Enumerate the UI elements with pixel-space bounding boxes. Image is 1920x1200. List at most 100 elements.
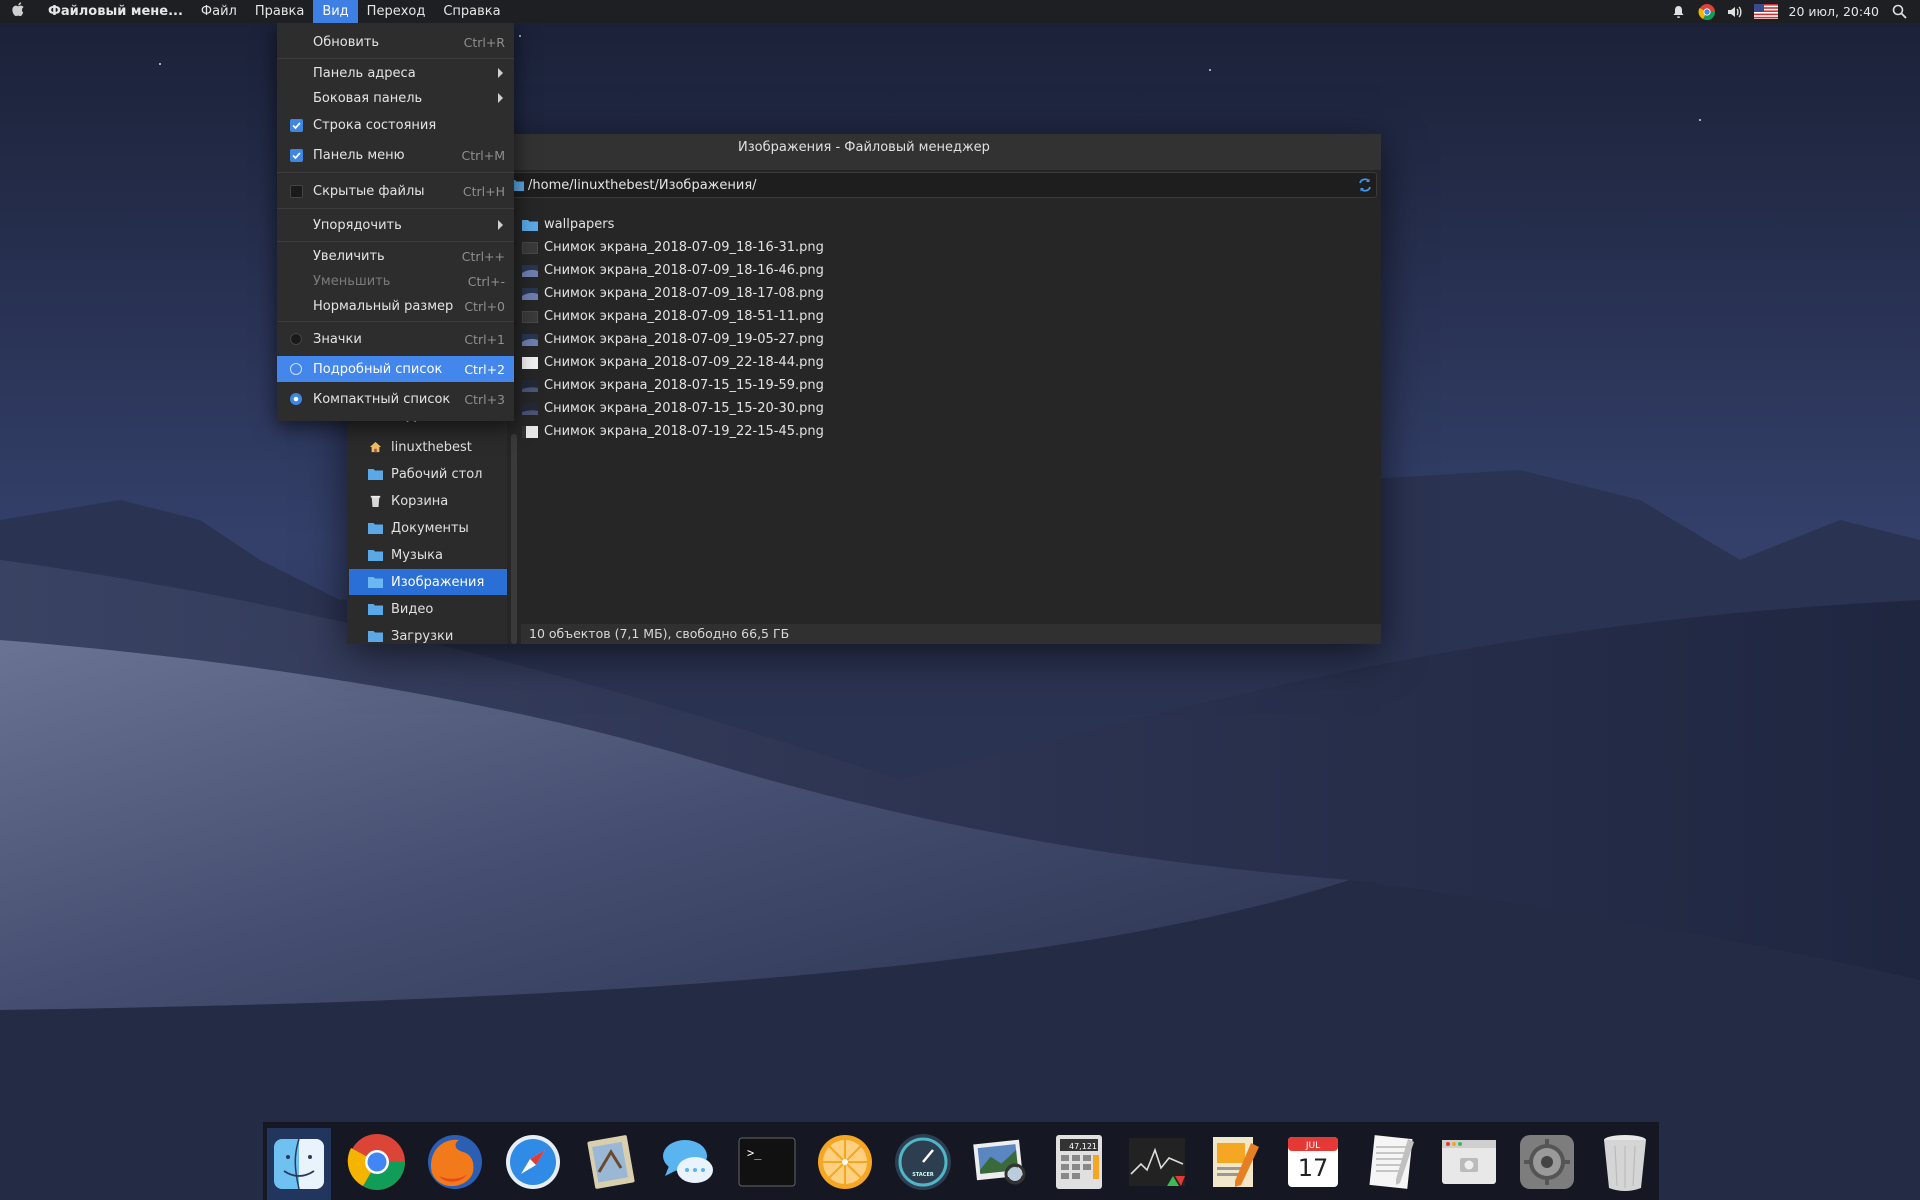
dock-text-editor[interactable]: [1359, 1130, 1423, 1194]
menu-item-sidebar[interactable]: Боковая панель: [277, 85, 514, 111]
file-name: Снимок экрана_2018-07-09_19-05-27.png: [544, 332, 824, 347]
image-thumbnail-icon: [522, 425, 538, 438]
menu-item-icons-view[interactable]: Значки Ctrl+1: [277, 326, 514, 352]
file-name: Снимок экрана_2018-07-09_18-16-46.png: [544, 263, 824, 278]
menu-item-sort[interactable]: Упорядочить: [277, 212, 514, 238]
dock-calculator[interactable]: 47,121: [1047, 1130, 1111, 1194]
image-thumbnail-icon: [522, 264, 538, 277]
menu-item-compact-list[interactable]: Компактный список Ctrl+3: [277, 386, 514, 412]
menu-item-normal-size[interactable]: Нормальный размер Ctrl+0: [277, 293, 514, 319]
menu-item-refresh[interactable]: Обновить Ctrl+R: [277, 29, 514, 55]
sidebar-scrollbar[interactable]: [511, 434, 517, 644]
folder-icon: [368, 469, 383, 480]
terminal-icon: [738, 1137, 796, 1187]
folder-icon: [368, 577, 383, 588]
menu-item-shortcut: Ctrl+-: [467, 273, 505, 289]
menu-view[interactable]: Вид: [313, 0, 358, 23]
menu-item-detailed-list[interactable]: Подробный список Ctrl+2: [277, 356, 514, 382]
chrome-icon[interactable]: [1698, 3, 1716, 21]
menu-item-hidden-files[interactable]: Скрытые файлы Ctrl+H: [277, 178, 514, 204]
dock-chrome[interactable]: [345, 1130, 409, 1194]
sidebar-item-music[interactable]: Музыка: [349, 542, 507, 568]
bell-icon[interactable]: [1670, 3, 1688, 21]
sidebar-item-documents[interactable]: Документы: [349, 515, 507, 541]
file-name: Снимок экрана_2018-07-15_15-19-59.png: [544, 378, 824, 393]
volume-icon[interactable]: [1726, 3, 1744, 21]
menu-separator: [277, 172, 514, 173]
dock-terminal[interactable]: >_: [735, 1130, 799, 1194]
address-bar[interactable]: /home/linuxthebest/Изображения/: [507, 172, 1377, 198]
menu-item-address-bar[interactable]: Панель адреса: [277, 60, 514, 86]
submenu-arrow-icon: [498, 68, 503, 78]
list-item[interactable]: Снимок экрана_2018-07-09_19-05-27.png: [522, 328, 824, 351]
messages-icon: [663, 1140, 713, 1183]
dock-stacer[interactable]: STACER: [891, 1130, 955, 1194]
dock-orange-app[interactable]: [813, 1130, 877, 1194]
list-item[interactable]: Снимок экрана_2018-07-09_18-16-31.png: [522, 236, 824, 259]
dock-firefox[interactable]: [423, 1130, 487, 1194]
menu-item-label: Обновить: [313, 34, 380, 50]
menu-item-shortcut: Ctrl+0: [464, 298, 505, 314]
sidebar-item-videos[interactable]: Видео: [349, 596, 507, 622]
dock-mail[interactable]: [579, 1130, 643, 1194]
image-thumbnail-icon: [522, 310, 538, 323]
dock-messages[interactable]: [657, 1130, 721, 1194]
menu-file[interactable]: Файл: [192, 0, 246, 23]
image-thumbnail-icon: [522, 402, 538, 415]
view-menu-dropdown: Обновить Ctrl+R Панель адреса Боковая па…: [277, 23, 514, 421]
menu-item-label: Компактный список: [313, 391, 451, 407]
sidebar-item-pictures[interactable]: Изображения: [349, 569, 507, 595]
folder-icon: [368, 523, 383, 534]
menu-edit[interactable]: Правка: [246, 0, 313, 23]
list-item[interactable]: Снимок экрана_2018-07-15_15-19-59.png: [522, 374, 824, 397]
sidebar-item-desktop[interactable]: Рабочий стол: [349, 461, 507, 487]
us-flag-icon[interactable]: [1753, 3, 1778, 21]
dock-finder[interactable]: [267, 1128, 331, 1200]
dock-calendar[interactable]: JUL 17: [1281, 1130, 1345, 1194]
list-item[interactable]: Снимок экрана_2018-07-09_22-18-44.png: [522, 351, 824, 374]
menu-go[interactable]: Переход: [358, 0, 435, 23]
checkbox-checked-icon: [290, 148, 303, 162]
sidebar-item-label: Изображения: [391, 574, 485, 590]
settings-icon: [1520, 1135, 1574, 1189]
refresh-icon[interactable]: [1354, 174, 1376, 196]
menu-item-label: Упорядочить: [313, 217, 402, 233]
menu-item-zoom-in[interactable]: Увеличить Ctrl++: [277, 243, 514, 269]
menu-help[interactable]: Справка: [434, 0, 509, 23]
list-item[interactable]: wallpapers: [522, 213, 824, 236]
dock-office[interactable]: [1203, 1130, 1267, 1194]
menu-item-label: Подробный список: [313, 361, 443, 377]
list-item[interactable]: Снимок экрана_2018-07-09_18-16-46.png: [522, 259, 824, 282]
app-name-menu[interactable]: Файловый мене...: [36, 0, 192, 23]
list-item[interactable]: Снимок экрана_2018-07-09_18-17-08.png: [522, 282, 824, 305]
dock-system-monitor[interactable]: [1125, 1130, 1189, 1194]
dock-settings[interactable]: [1515, 1130, 1579, 1194]
image-thumbnail-icon: [522, 287, 538, 300]
sidebar-item-label: Музыка: [391, 547, 443, 563]
list-item[interactable]: Снимок экрана_2018-07-15_15-20-30.png: [522, 397, 824, 420]
menu-item-status-bar[interactable]: Строка состояния: [277, 112, 514, 138]
list-item[interactable]: Снимок экрана_2018-07-19_22-15-45.png: [522, 420, 824, 443]
address-path[interactable]: /home/linuxthebest/Изображения/: [528, 178, 1354, 193]
sidebar-item-trash[interactable]: Корзина: [349, 488, 507, 514]
dock-image-viewer[interactable]: [969, 1130, 1033, 1194]
sidebar-item-home[interactable]: linuxthebest: [349, 434, 507, 460]
sidebar-item-downloads[interactable]: Загрузки: [349, 623, 507, 644]
dock-trash[interactable]: [1593, 1130, 1657, 1194]
menu-item-menu-bar[interactable]: Панель меню Ctrl+M: [277, 142, 514, 168]
menu-item-label: Значки: [313, 331, 362, 347]
radio-unselected-icon: [290, 333, 302, 345]
screenshot-icon: [1442, 1140, 1496, 1184]
file-name: wallpapers: [544, 217, 615, 232]
list-item[interactable]: Снимок экрана_2018-07-09_18-51-11.png: [522, 305, 824, 328]
menu-item-zoom-out: Уменьшить Ctrl+-: [277, 268, 514, 294]
dock-screenshot[interactable]: [1437, 1130, 1501, 1194]
menu-item-shortcut: Ctrl+M: [461, 147, 506, 163]
menu-item-label: Скрытые файлы: [313, 183, 425, 199]
clock[interactable]: 20 июл, 20:40: [1789, 4, 1880, 19]
search-icon[interactable]: [1890, 3, 1908, 21]
dock-safari[interactable]: [501, 1130, 565, 1194]
apple-logo-icon[interactable]: [0, 2, 36, 21]
finder-icon: [274, 1138, 324, 1190]
system-monitor-icon: [1129, 1138, 1185, 1186]
